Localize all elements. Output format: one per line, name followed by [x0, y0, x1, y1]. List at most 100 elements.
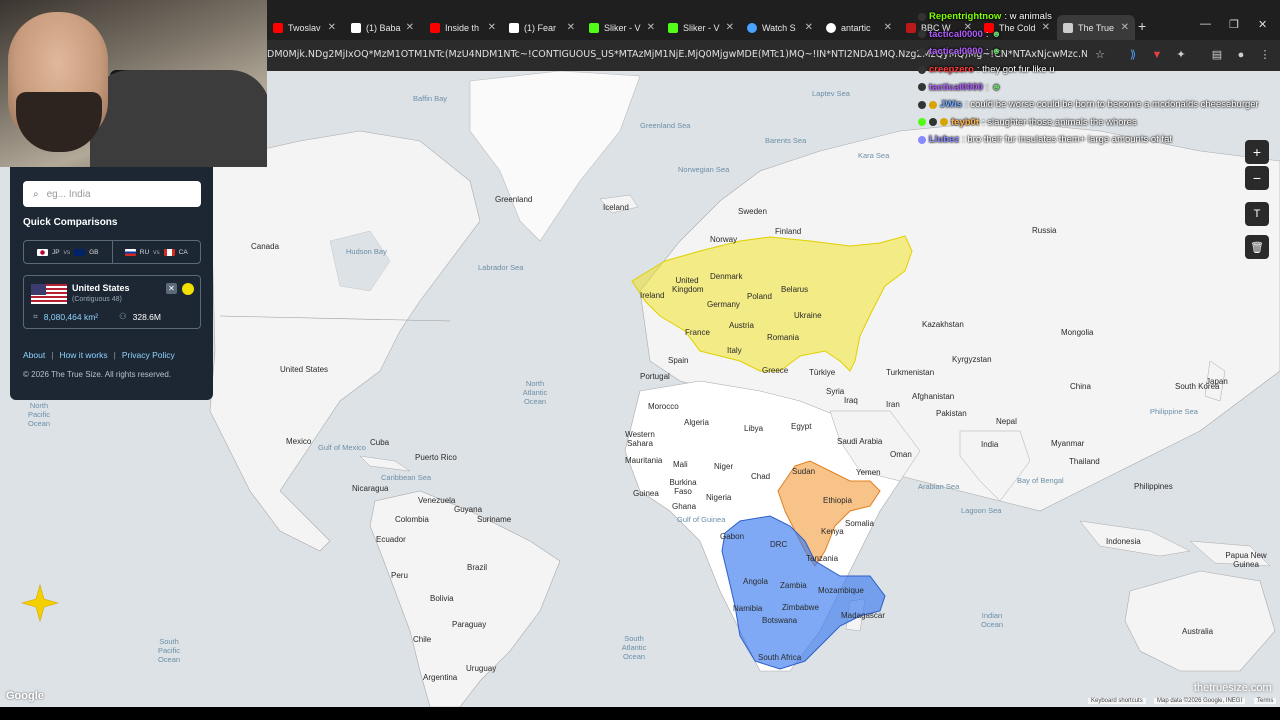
us-flag-icon — [31, 284, 67, 304]
browser-tab[interactable]: Inside th ✕ — [424, 15, 502, 40]
map-label-yemen: Yemen — [856, 468, 881, 477]
chat-badge-icon — [918, 30, 926, 39]
map-label-chad: Chad — [751, 472, 771, 481]
chat-message: tactical0000: ☻ — [918, 26, 1280, 44]
map-label-gulf-of-guinea: Gulf of Guinea — [677, 515, 726, 524]
map-label-afghanistan: Afghanistan — [912, 392, 955, 401]
browser-tab[interactable]: Sliker - V ✕ — [583, 15, 661, 40]
map-label-kara-sea: Kara Sea — [858, 151, 890, 160]
map-label-north-pacific-ocean: North Pacific Ocean — [27, 401, 51, 428]
chat-badge-icon — [918, 118, 926, 127]
map-label-peru: Peru — [391, 571, 408, 580]
chat-badge-icon — [940, 118, 948, 127]
stream-chat-overlay: Repentrightnow: w animals tactical0000: ☻… — [918, 8, 1280, 149]
browser-tab[interactable]: (1) Baba ✕ — [345, 15, 420, 40]
map-label-mozambique: Mozambique — [818, 586, 864, 595]
color-picker-dot[interactable] — [182, 283, 194, 295]
map-label-north-atlantic-ocean: North Atlantic Ocean — [522, 379, 548, 406]
toggle-labels-button[interactable]: T — [1245, 202, 1269, 226]
close-tab-icon[interactable]: ✕ — [567, 22, 575, 33]
map-label-philippines: Philippines — [1134, 482, 1173, 491]
about-link[interactable]: About — [23, 350, 45, 360]
tab-favicon-icon — [351, 22, 361, 33]
map-label-romania: Romania — [767, 333, 800, 342]
map-label-south-africa: South Africa — [758, 653, 802, 662]
japan-flag-icon — [37, 248, 48, 256]
map-label-spain: Spain — [668, 356, 689, 365]
quick-comparisons: JP vs GB RU vs CA — [23, 240, 201, 264]
browser-tab[interactable]: Twoslav ✕ — [267, 15, 342, 40]
map-label-laptev-sea: Laptev Sea — [812, 89, 850, 98]
map-label-madagascar: Madagascar — [841, 611, 886, 620]
keyboard-shortcuts-link[interactable]: Keyboard shortcuts — [1088, 698, 1146, 704]
close-tab-icon[interactable]: ✕ — [488, 22, 496, 33]
map-label-nepal: Nepal — [996, 417, 1017, 426]
browser-tab[interactable]: (1) Fear ✕ — [503, 15, 581, 40]
map-label-ethiopia: Ethiopia — [823, 496, 852, 505]
screen: Twoslav ✕ (1) Baba ✕ Inside th ✕ (1) Fear ✕ … — [0, 0, 1280, 720]
search-input[interactable] — [46, 188, 187, 200]
terms-link[interactable]: Terms — [1254, 698, 1277, 704]
tab-favicon-icon — [509, 22, 519, 33]
remove-country-icon[interactable]: ✕ — [166, 283, 177, 294]
map-data-attribution: Map data ©2026 Google, INEGI — [1154, 698, 1246, 704]
map-label-arabian-sea: Arabian Sea — [918, 482, 960, 491]
close-tab-icon[interactable]: ✕ — [884, 22, 892, 33]
map-label-iceland: Iceland — [603, 203, 629, 212]
map-label-uruguay: Uruguay — [466, 664, 497, 673]
map-label-kenya: Kenya — [821, 527, 844, 536]
comparison-jp-gb-button[interactable]: JP vs GB — [24, 241, 112, 263]
browser-tab[interactable]: Sliker - V ✕ — [662, 15, 740, 40]
close-tab-icon[interactable]: ✕ — [805, 22, 813, 33]
map-label-sudan: Sudan — [792, 467, 816, 476]
map-label-morocco: Morocco — [648, 402, 679, 411]
map-label-lagoon-sea: Lagoon Sea — [961, 506, 1002, 515]
tab-favicon-icon — [430, 22, 440, 33]
chat-message: Repentrightnow: w animals — [918, 8, 1280, 26]
webcam-overlay — [0, 0, 267, 167]
map-label-south-pacific-ocean: South Pacific Ocean — [157, 637, 181, 664]
map-label-greece: Greece — [762, 366, 789, 375]
chat-badge-icon — [918, 65, 926, 74]
privacy-policy-link[interactable]: Privacy Policy — [122, 350, 175, 360]
browser-tab[interactable]: Watch S ✕ — [741, 15, 819, 40]
quick-comparisons-title: Quick Comparisons — [23, 217, 118, 228]
map-label-mauritania: Mauritania — [625, 456, 663, 465]
chat-message: tactical0000: ☻ — [918, 43, 1280, 61]
close-tab-icon[interactable]: ✕ — [647, 22, 655, 33]
emote-icon: ☻ — [991, 81, 1002, 93]
close-tab-icon[interactable]: ✕ — [406, 22, 414, 33]
map-label-united-kingdom: United Kingdom — [672, 276, 704, 294]
zoom-in-button[interactable]: + — [1245, 140, 1269, 164]
google-logo: Google — [6, 690, 44, 702]
clear-all-button[interactable]: 🗑 — [1245, 235, 1269, 259]
browser-tab[interactable]: antartic ✕ — [820, 15, 898, 40]
map-label-thailand: Thailand — [1069, 457, 1100, 466]
map-label-ireland: Ireland — [640, 291, 665, 300]
map-label-finland: Finland — [775, 227, 802, 236]
how-it-works-link[interactable]: How it works — [59, 350, 107, 360]
close-tab-icon[interactable]: ✕ — [328, 22, 336, 33]
country-population: ⚇ 328.6M — [119, 311, 161, 322]
map-label-indian-ocean: Indian Ocean — [980, 611, 1004, 629]
zoom-out-button[interactable]: − — [1245, 166, 1269, 190]
selected-country-card[interactable]: United States (Contiguous 48) ✕ ⌗ 8,080,… — [23, 275, 201, 329]
ruler-icon: ⌗ — [33, 311, 38, 321]
close-tab-icon[interactable]: ✕ — [726, 22, 734, 33]
map-label-gulf-of-mexico: Gulf of Mexico — [318, 443, 366, 452]
map-label-nicaragua: Nicaragua — [352, 484, 389, 493]
chat-message: feyb0t: slaughter those animals the whor… — [918, 114, 1280, 132]
map-label-tanzania: Tanzania — [806, 554, 839, 563]
map-label-algeria: Algeria — [684, 418, 709, 427]
country-search[interactable]: ⌕ — [23, 181, 201, 207]
country-area: ⌗ 8,080,464 km² — [33, 311, 99, 322]
map-label-guyana: Guyana — [454, 505, 483, 514]
comparison-ru-ca-button[interactable]: RU vs CA — [111, 241, 201, 263]
canada-flag-icon — [163, 248, 175, 256]
map-label-baffin-bay: Baffin Bay — [413, 94, 448, 103]
map-label-mexico: Mexico — [286, 437, 312, 446]
map-label-turkiye: Türkiye — [809, 368, 836, 377]
map-label-paraguay: Paraguay — [452, 620, 487, 629]
emote-icon: ☻ — [991, 46, 1002, 58]
map-label-namibia: Namibia — [733, 604, 763, 613]
